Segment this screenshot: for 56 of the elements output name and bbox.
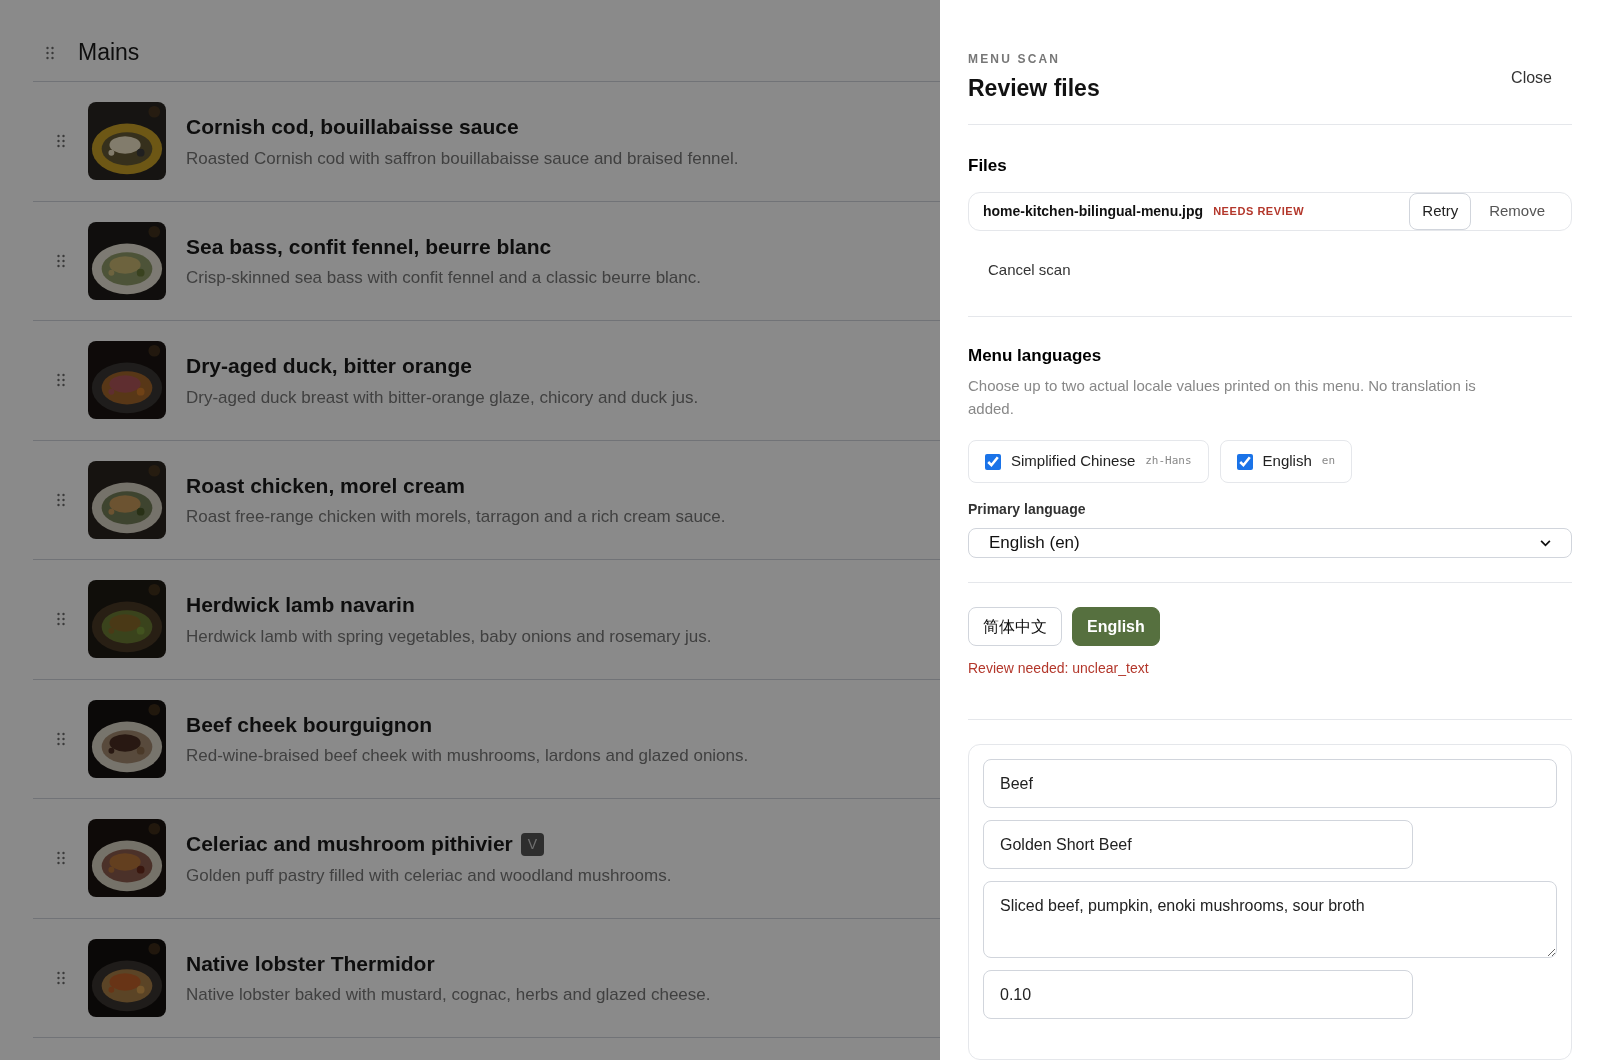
drag-handle-icon[interactable] xyxy=(56,851,65,866)
locale-code: zh-Hans xyxy=(1145,453,1192,470)
files-heading: Files xyxy=(968,154,1008,177)
primary-language-select[interactable]: English (en) xyxy=(968,528,1572,558)
locale-code: en xyxy=(1321,453,1336,470)
text-field[interactable]: Beef xyxy=(983,759,1557,808)
dish-name: Herdwick lamb navarin xyxy=(186,592,415,619)
status-label: NEEDS REVIEW xyxy=(1213,204,1305,220)
drawer-eyebrow: MENU SCAN xyxy=(968,51,1062,68)
drawer-title: Review files xyxy=(968,74,1100,103)
primary-language-label: Primary language xyxy=(968,500,1087,519)
drag-handle-icon[interactable] xyxy=(56,612,65,627)
vegetarian-badge: V xyxy=(520,832,545,856)
dish-name: Roast chicken, morel cream xyxy=(186,472,465,499)
language-label: Simplified Chinese xyxy=(1011,451,1136,472)
dish-name: Celeriac and mushroom pithivier xyxy=(186,831,513,858)
languages-help: Choose up to two actual locale values printed on this menu. No translation is added. xyxy=(968,376,1477,419)
file-name: home-kitchen-bilingual-menu.jpg xyxy=(983,202,1204,221)
drag-handle-icon[interactable] xyxy=(56,970,65,985)
dish-name: Beef cheek bourguignon xyxy=(186,711,433,738)
dish-description: Dry-aged duck breast with bitter-orange glaze, chicory and duck jus. xyxy=(186,386,699,409)
dish-name: Native lobster Thermidor xyxy=(186,950,435,977)
language-checkbox[interactable] xyxy=(1236,453,1253,470)
remove-button[interactable]: Remove xyxy=(1489,200,1545,223)
dish-description: Red-wine-braised beef cheek with mushrooms, lardons and glazed onions. xyxy=(186,745,749,768)
chevron-down-icon xyxy=(1540,539,1551,547)
language-label: English xyxy=(1262,451,1312,472)
close-button[interactable]: Close xyxy=(1511,66,1552,90)
dish-description: Golden puff pastry filled with celeriac and woodland mushrooms. xyxy=(186,864,672,887)
section-title: Mains xyxy=(78,38,140,68)
language-option[interactable]: English en xyxy=(1219,440,1353,483)
drag-handle-icon[interactable] xyxy=(56,253,65,268)
dish-description: Crisp-skinned sea bass with confit fennel and a classic beurre blanc. xyxy=(186,267,701,290)
dish-name: Sea bass, confit fennel, beurre blanc xyxy=(186,233,552,260)
language-tab[interactable]: 简体中文 xyxy=(968,607,1062,646)
review-warning: Review needed: unclear_text xyxy=(968,659,1150,678)
language-tab[interactable]: English xyxy=(1072,607,1160,646)
dish-name: Cornish cod, bouillabaisse sauce xyxy=(186,114,519,141)
dish-description: Native lobster baked with mustard, cognac, herbs and glazed cheese. xyxy=(186,984,711,1007)
dish-description: Herdwick lamb with spring vegetables, baby onions and rosemary jus. xyxy=(186,625,712,648)
dish-name: Dry-aged duck, bitter orange xyxy=(186,353,472,380)
drag-handle-icon[interactable] xyxy=(56,492,65,507)
dish-description: Roasted Cornish cod with saffron bouillabaisse sauce and braised fennel. xyxy=(186,147,739,170)
retry-button[interactable]: Retry xyxy=(1409,193,1472,230)
drag-handle-icon[interactable] xyxy=(56,373,65,388)
cancel-scan-button[interactable]: Cancel scan xyxy=(968,251,1091,290)
language-option[interactable]: Simplified Chinese zh-Hans xyxy=(968,440,1209,483)
language-checkbox[interactable] xyxy=(985,453,1001,470)
drag-handle-icon[interactable] xyxy=(46,45,54,60)
description-field[interactable]: Sliced beef, pumpkin, enoki mushrooms, sour broth xyxy=(983,881,1557,958)
languages-heading: Menu languages xyxy=(968,344,1103,367)
dish-description: Roast free-range chicken with morels, tarragon and a rich cream sauce. xyxy=(186,506,726,529)
text-field[interactable]: 0.10 xyxy=(983,970,1413,1019)
drag-handle-icon[interactable] xyxy=(56,731,65,746)
text-field[interactable]: Golden Short Beef xyxy=(983,820,1413,869)
drag-handle-icon[interactable] xyxy=(56,134,65,149)
